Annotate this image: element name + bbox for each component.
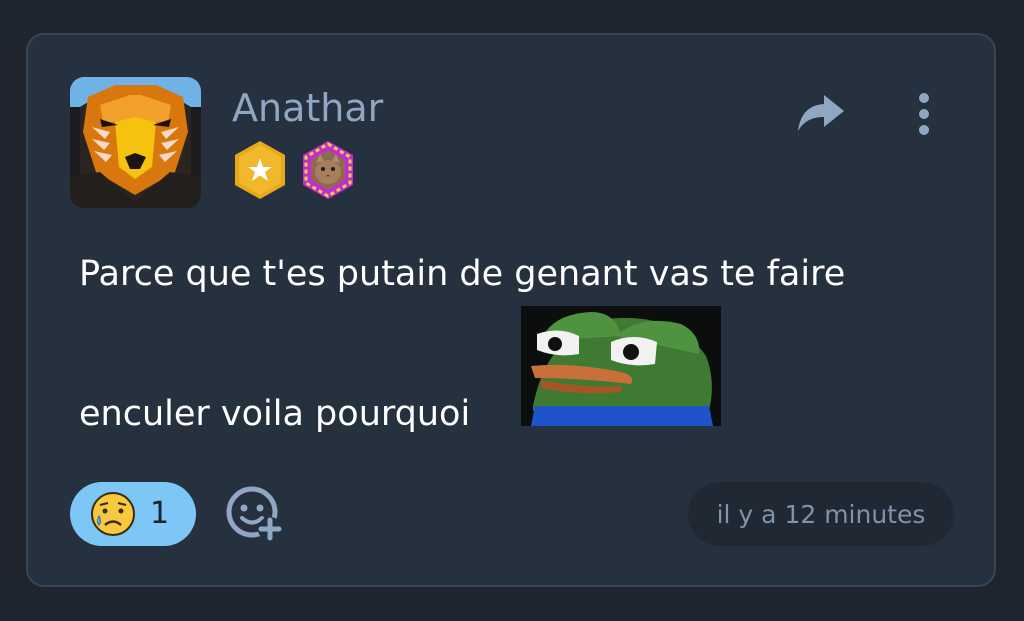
share-button[interactable]	[790, 87, 852, 139]
message-text-line2: enculer voila pourquoi	[79, 391, 470, 437]
message-text-line1: Parce que t'es putain de genant vas te f…	[79, 254, 846, 294]
user-avatar[interactable]	[70, 77, 201, 208]
share-arrow-icon	[798, 95, 844, 131]
more-options-button[interactable]	[900, 87, 948, 141]
gold-star-hexagon-badge-icon	[235, 141, 285, 199]
pepe-frog-emote-icon	[521, 306, 721, 426]
user-badges	[232, 139, 356, 201]
username[interactable]: Anathar	[232, 85, 383, 131]
reaction-count: 1	[150, 496, 170, 531]
add-reaction-button[interactable]	[224, 485, 286, 545]
sad-tear-emoji-icon	[91, 492, 135, 536]
vertical-dots-icon	[919, 93, 929, 135]
pepe-frog-emote	[521, 306, 721, 426]
add-emoji-icon	[226, 486, 282, 541]
reaction-pill[interactable]: 1	[70, 482, 196, 546]
bear-mask-icon	[70, 77, 201, 208]
post-card: Anathar Parce que t'es putain de genant …	[26, 33, 996, 587]
cat-hexagon-badge-icon	[303, 141, 353, 199]
message-text: enculer voila pourquoi	[79, 394, 471, 434]
post-timestamp: il y a 12 minutes	[688, 482, 954, 546]
